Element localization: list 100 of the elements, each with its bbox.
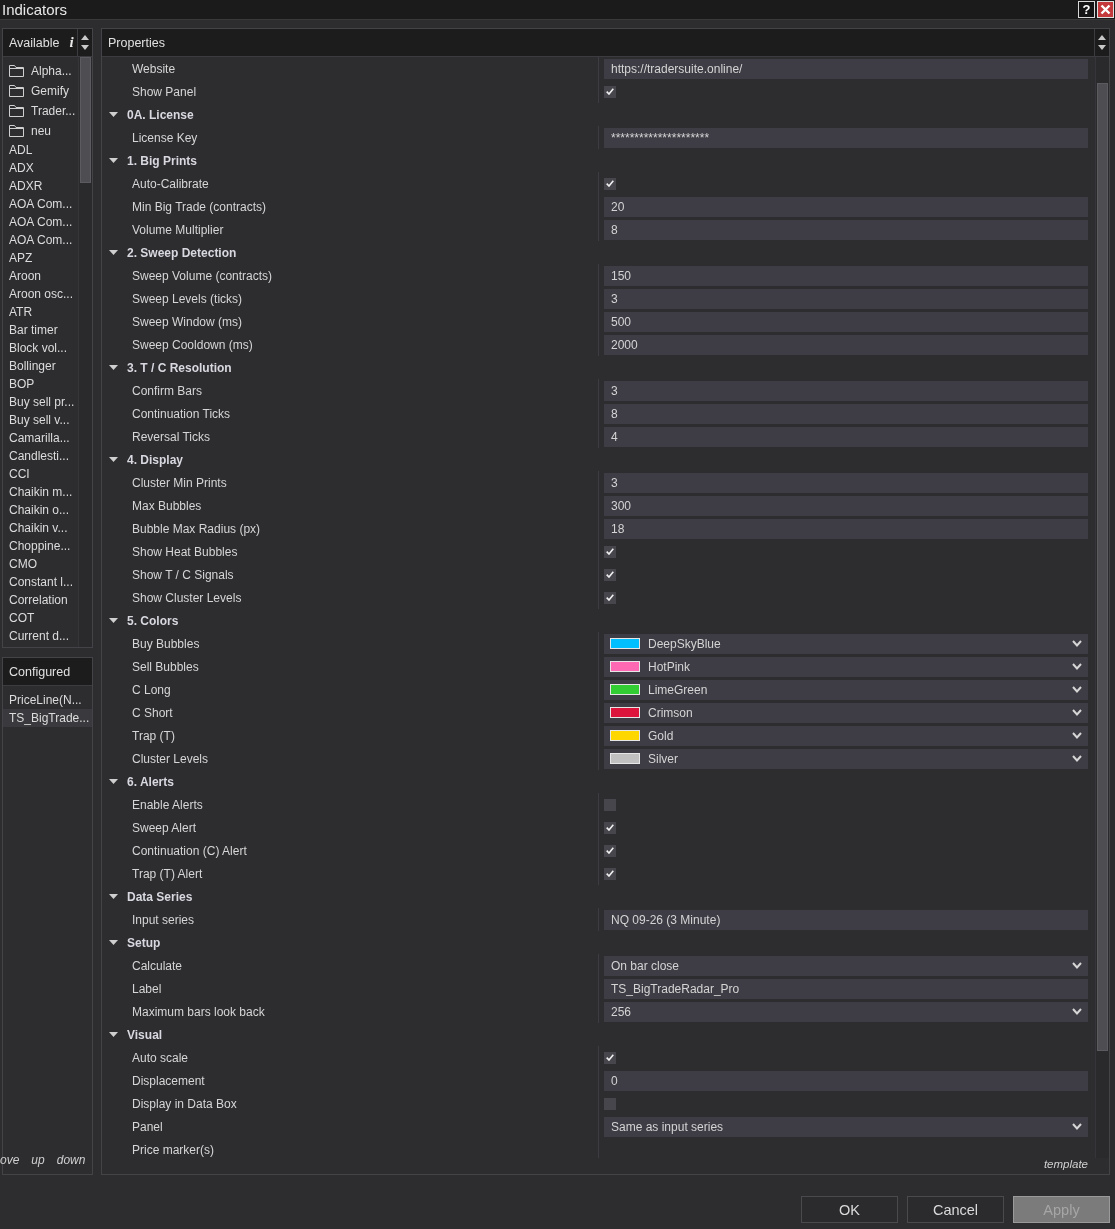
category-header[interactable]: Data Series (127, 889, 193, 904)
checkbox[interactable] (604, 545, 616, 558)
color-dropdown[interactable]: LimeGreen (604, 679, 1088, 700)
list-item[interactable]: Camarilla... (9, 431, 70, 445)
checkbox[interactable] (604, 568, 616, 581)
action-link[interactable]: ove (0, 1153, 20, 1167)
chevron-down-icon[interactable] (1072, 640, 1082, 647)
caret-down-icon[interactable] (109, 894, 118, 899)
category-header[interactable]: Setup (127, 935, 161, 950)
text-field[interactable]: 0 (604, 1070, 1088, 1091)
caret-down-icon[interactable] (109, 618, 118, 623)
checkbox[interactable] (604, 85, 616, 98)
chevron-down-icon[interactable] (1072, 1123, 1082, 1130)
list-item[interactable]: Aroon (9, 269, 42, 283)
category-header[interactable]: 3. T / C Resolution (127, 360, 232, 375)
text-field[interactable]: 8 (604, 219, 1088, 240)
list-item[interactable]: COT (9, 611, 35, 625)
text-field[interactable]: NQ 09-26 (3 Minute) (604, 909, 1088, 930)
dropdown[interactable]: Same as input series (604, 1116, 1088, 1137)
list-item[interactable]: Gemify (9, 84, 69, 98)
list-item[interactable]: Trader... (9, 104, 76, 118)
list-item[interactable]: APZ (9, 251, 33, 265)
color-dropdown[interactable]: Crimson (604, 702, 1088, 723)
list-item[interactable]: Candlesti... (9, 449, 70, 463)
color-dropdown[interactable]: DeepSkyBlue (604, 633, 1088, 654)
list-item[interactable]: PriceLine(N... (9, 693, 82, 707)
caret-down-icon[interactable] (109, 158, 118, 163)
color-dropdown[interactable]: Silver (604, 748, 1088, 769)
text-field[interactable]: 8 (604, 403, 1088, 424)
text-field[interactable]: 500 (604, 311, 1088, 332)
text-field[interactable]: 20 (604, 196, 1088, 217)
text-field[interactable]: 4 (604, 426, 1088, 447)
category-header[interactable]: 1. Big Prints (127, 153, 197, 168)
chevron-down-icon[interactable] (1072, 663, 1082, 670)
category-header[interactable]: Visual (127, 1027, 163, 1042)
chevron-down-icon[interactable] (1072, 1008, 1082, 1015)
list-item[interactable]: BOP (9, 377, 35, 391)
text-field[interactable]: 3 (604, 380, 1088, 401)
close-icon[interactable] (1097, 1, 1114, 18)
list-item[interactable]: Block vol... (9, 341, 68, 355)
category-header[interactable]: 4. Display (127, 452, 184, 467)
list-item[interactable]: Chaikin v... (9, 521, 68, 535)
list-item[interactable]: ATR (9, 305, 33, 319)
text-field[interactable]: TS_BigTradeRadar_Pro (604, 978, 1088, 999)
scroll-up-icon[interactable] (81, 35, 89, 40)
chevron-down-icon[interactable] (1072, 962, 1082, 969)
list-item[interactable]: AOA Com... (9, 197, 73, 211)
info-button[interactable]: i (69, 34, 74, 51)
scrollbar-thumb[interactable] (1097, 83, 1108, 1051)
scroll-up-icon[interactable] (1098, 35, 1106, 40)
list-item[interactable]: Chaikin o... (9, 503, 70, 517)
list-item[interactable]: TS_BigTrade... (3, 709, 92, 727)
caret-down-icon[interactable] (109, 940, 118, 945)
list-item[interactable]: Correlation (9, 593, 68, 607)
checkbox[interactable] (604, 1051, 616, 1064)
list-item[interactable]: CCI (9, 467, 30, 481)
action-link[interactable]: up (31, 1153, 45, 1167)
color-dropdown[interactable]: HotPink (604, 656, 1088, 677)
caret-down-icon[interactable] (109, 112, 118, 117)
text-field[interactable]: 18 (604, 518, 1088, 539)
category-header[interactable]: 5. Colors (127, 613, 179, 628)
chevron-down-icon[interactable] (1072, 755, 1082, 762)
scrollbar-thumb[interactable] (80, 57, 91, 183)
checkbox[interactable] (604, 591, 616, 604)
checkbox[interactable] (604, 798, 616, 811)
list-item[interactable]: Alpha... (9, 64, 72, 78)
list-item[interactable]: ADL (9, 143, 33, 157)
chevron-down-icon[interactable] (1072, 686, 1082, 693)
caret-down-icon[interactable] (109, 365, 118, 370)
list-item[interactable]: Buy sell v... (9, 413, 70, 427)
list-item[interactable]: Chaikin m... (9, 485, 73, 499)
list-item[interactable]: Buy sell pr... (9, 395, 75, 409)
list-item[interactable]: Bollinger (9, 359, 56, 373)
list-item[interactable]: neu (9, 124, 52, 138)
text-field[interactable]: https://tradersuite.online/ (604, 58, 1088, 79)
category-header[interactable]: 0A. License (127, 107, 194, 122)
text-field[interactable]: 300 (604, 495, 1088, 516)
chevron-down-icon[interactable] (1072, 732, 1082, 739)
scroll-down-icon[interactable] (1098, 45, 1106, 50)
list-item[interactable]: AOA Com... (9, 233, 73, 247)
list-item[interactable]: Bar timer (9, 323, 58, 337)
text-field[interactable]: ********************* (604, 127, 1088, 148)
help-button[interactable]: ? (1078, 1, 1095, 18)
list-item[interactable]: ADX (9, 161, 34, 175)
checkbox[interactable] (604, 177, 616, 190)
action-link[interactable]: down (56, 1153, 86, 1167)
checkbox[interactable] (604, 844, 616, 857)
color-dropdown[interactable]: Gold (604, 725, 1088, 746)
dialog-button[interactable]: Cancel (907, 1196, 1004, 1223)
list-item[interactable]: AOA Com... (9, 215, 73, 229)
checkbox[interactable] (604, 821, 616, 834)
text-field[interactable]: 3 (604, 472, 1088, 493)
template-link[interactable]: template (1043, 1158, 1088, 1174)
dropdown[interactable]: On bar close (604, 955, 1088, 976)
text-field[interactable]: 3 (604, 288, 1088, 309)
category-header[interactable]: 6. Alerts (127, 774, 174, 789)
text-field[interactable]: 150 (604, 265, 1088, 286)
list-item[interactable]: Current d... (9, 629, 70, 643)
list-item[interactable]: Constant l... (9, 575, 74, 589)
list-item[interactable]: Choppine... (9, 539, 71, 553)
